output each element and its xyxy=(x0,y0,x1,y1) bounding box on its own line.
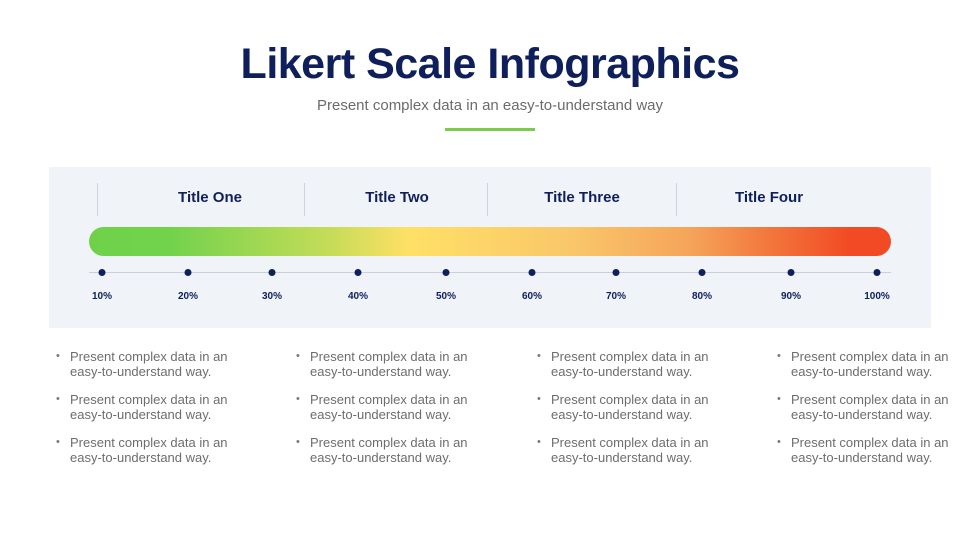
description-item: • Present complex data in an easy-to-unde… xyxy=(56,349,236,379)
scale-tick-dot xyxy=(787,269,795,276)
column-title-two: Title Two xyxy=(365,189,429,206)
description-item: • Present complex data in an easy-to-unde… xyxy=(537,435,717,465)
description-list-four: • Present complex data in an easy-to-unde… xyxy=(777,349,957,478)
page-subtitle: Present complex data in an easy-to-under… xyxy=(316,97,664,114)
description-text: Present complex data in an easy-to-under… xyxy=(791,435,949,465)
description-item: • Present complex data in an easy-to-unde… xyxy=(537,392,717,422)
description-text: Present complex data in an easy-to-under… xyxy=(310,349,468,379)
description-list-one: • Present complex data in an easy-to-unde… xyxy=(56,349,236,478)
bullet-icon: • xyxy=(777,350,781,362)
column-title-four: Title Four xyxy=(734,189,804,206)
column-title-one: Title One xyxy=(178,189,242,206)
description-item: • Present complex data in an easy-to-unde… xyxy=(56,392,236,422)
scale-tick-dot xyxy=(528,269,536,276)
scale-tick-label: 70% xyxy=(605,291,627,302)
description-item: • Present complex data in an easy-to-unde… xyxy=(537,349,717,379)
likert-scale-panel: Title One Title Two Title Three Title Fo… xyxy=(49,167,931,328)
column-divider xyxy=(304,183,305,216)
scale-tick-label: 100% xyxy=(864,291,890,302)
accent-underline xyxy=(445,128,535,131)
description-item: • Present complex data in an easy-to-unde… xyxy=(777,435,957,465)
description-text: Present complex data in an easy-to-under… xyxy=(70,349,228,379)
scale-tick-dot xyxy=(442,269,450,276)
scale-tick-label: 40% xyxy=(347,291,369,302)
scale-tick-label: 30% xyxy=(261,291,283,302)
description-item: • Present complex data in an easy-to-unde… xyxy=(296,349,476,379)
bullet-icon: • xyxy=(296,393,300,405)
description-text: Present complex data in an easy-to-under… xyxy=(551,349,709,379)
bullet-icon: • xyxy=(537,436,541,448)
scale-tick-dot xyxy=(612,269,620,276)
scale-tick-label: 80% xyxy=(691,291,713,302)
column-divider xyxy=(676,183,677,216)
bullet-icon: • xyxy=(296,436,300,448)
bullet-icon: • xyxy=(777,393,781,405)
description-text: Present complex data in an easy-to-under… xyxy=(70,392,228,422)
scale-tick-dot xyxy=(873,269,881,276)
column-divider xyxy=(97,183,98,216)
bullet-icon: • xyxy=(56,350,60,362)
description-item: • Present complex data in an easy-to-unde… xyxy=(296,392,476,422)
scale-tick-dot xyxy=(184,269,192,276)
description-text: Present complex data in an easy-to-under… xyxy=(310,435,468,465)
description-text: Present complex data in an easy-to-under… xyxy=(70,435,228,465)
description-text: Present complex data in an easy-to-under… xyxy=(310,392,468,422)
description-item: • Present complex data in an easy-to-unde… xyxy=(296,435,476,465)
scale-tick-label: 10% xyxy=(91,291,113,302)
description-list-two: • Present complex data in an easy-to-unde… xyxy=(296,349,476,478)
bullet-icon: • xyxy=(296,350,300,362)
scale-tick-label: 50% xyxy=(435,291,457,302)
scale-tick-dot xyxy=(98,269,106,276)
column-title-three: Title Three xyxy=(544,189,620,206)
scale-tick-label: 60% xyxy=(521,291,543,302)
bullet-icon: • xyxy=(537,350,541,362)
scale-tick-label: 20% xyxy=(177,291,199,302)
bullet-icon: • xyxy=(56,436,60,448)
description-text: Present complex data in an easy-to-under… xyxy=(551,435,709,465)
description-list-three: • Present complex data in an easy-to-unde… xyxy=(537,349,717,478)
scale-tick-dot xyxy=(354,269,362,276)
description-item: • Present complex data in an easy-to-unde… xyxy=(777,392,957,422)
description-item: • Present complex data in an easy-to-unde… xyxy=(56,435,236,465)
scale-tick-label: 90% xyxy=(780,291,802,302)
description-item: • Present complex data in an easy-to-unde… xyxy=(777,349,957,379)
description-text: Present complex data in an easy-to-under… xyxy=(791,392,949,422)
page-title: Likert Scale Infographics xyxy=(240,40,740,88)
bullet-icon: • xyxy=(537,393,541,405)
bullet-icon: • xyxy=(56,393,60,405)
likert-gradient-bar xyxy=(89,227,891,256)
scale-tick-dot xyxy=(698,269,706,276)
description-text: Present complex data in an easy-to-under… xyxy=(551,392,709,422)
bullet-icon: • xyxy=(777,436,781,448)
scale-tick-dot xyxy=(268,269,276,276)
scale-axis-line xyxy=(89,272,891,273)
column-divider xyxy=(487,183,488,216)
description-text: Present complex data in an easy-to-under… xyxy=(791,349,949,379)
